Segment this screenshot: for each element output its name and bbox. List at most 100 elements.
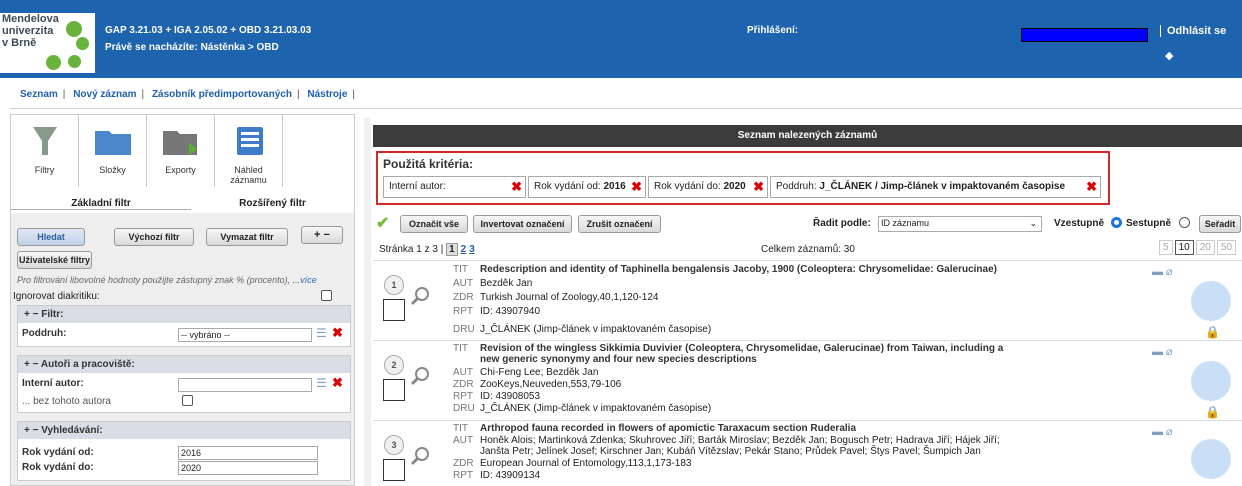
invert-selection-button[interactable]: Invertovat označení xyxy=(473,215,572,233)
sort-button[interactable]: Seřadit xyxy=(1199,215,1241,233)
ignore-diacritics-label: Ignorovat diakritiku: xyxy=(13,291,100,302)
record-title[interactable]: Redescription and identity of Taphinella… xyxy=(480,264,997,275)
criterion-subtype: Poddruh: J_ČLÁNEK / Jimp-článek v impakt… xyxy=(770,176,1101,198)
toolbar-filters-button[interactable]: Filtry xyxy=(11,115,79,187)
field-title: TIT Arthropod fauna recorded in flowers o… xyxy=(453,423,856,434)
record-source: ZooKeys,Neuveden,553,79-106 xyxy=(480,379,622,390)
clear-selection-button[interactable]: Zrušit označení xyxy=(578,215,661,233)
ignore-diacritics-checkbox[interactable] xyxy=(321,290,332,301)
record-title[interactable]: Arthropod fauna recorded in flowers of a… xyxy=(480,423,856,434)
field-source: ZDR Turkish Journal of Zoology,40,1,120-1… xyxy=(453,292,658,303)
without-author-label: ... bez tohoto autora xyxy=(22,396,111,407)
tab-advanced-filter[interactable]: Rozšířený filtr xyxy=(191,198,354,209)
per-page-option[interactable]: 10 xyxy=(1174,240,1194,255)
page-link[interactable]: 3 xyxy=(469,244,475,255)
record-checkbox[interactable] xyxy=(383,379,405,401)
asc-radio[interactable] xyxy=(1111,217,1122,228)
toolbar-folders-button[interactable]: Složky xyxy=(79,115,147,187)
current-page: 1 xyxy=(446,243,458,256)
magnifier-icon[interactable] xyxy=(409,445,431,467)
magnifier-icon[interactable] xyxy=(409,285,431,307)
year-to-input[interactable]: 2020 xyxy=(178,461,318,475)
per-page-option[interactable]: 5 xyxy=(1159,240,1173,255)
remove-criterion-icon[interactable]: ✖ xyxy=(511,177,522,197)
remove-criterion-icon[interactable]: ✖ xyxy=(631,177,642,197)
author-input[interactable] xyxy=(178,378,312,392)
clear-icon[interactable]: ✖ xyxy=(332,325,343,341)
field-key: TIT xyxy=(453,343,468,354)
version-text: GAP 3.21.03 + IGA 2.05.02 + OBD 3.21.03.… xyxy=(105,25,312,36)
criterion-label: Rok vydání od: xyxy=(534,181,601,192)
criterion-label: Interní autor: xyxy=(389,181,446,192)
field-source: ZDR ZooKeys,Neuveden,553,79-106 xyxy=(453,379,621,390)
desc-radio[interactable] xyxy=(1179,217,1190,228)
criterion-label: Poddruh: xyxy=(776,181,817,192)
menu-item-preimport-stack[interactable]: Zásobník předimportovaných xyxy=(152,89,292,100)
user-filters-button[interactable]: Uživatelské filtry xyxy=(17,251,92,269)
university-logo[interactable]: Mendelova univerzita v Brně xyxy=(0,13,95,73)
magnifier-icon[interactable] xyxy=(409,365,431,387)
without-author-checkbox[interactable] xyxy=(182,395,193,406)
logout-icon[interactable]: ◆ xyxy=(1165,49,1173,62)
comment-icon[interactable]: ▬ ⌀ xyxy=(1152,265,1173,278)
lock-icon: 🔒 xyxy=(1205,325,1220,339)
comment-icon[interactable]: ▬ ⌀ xyxy=(1152,425,1173,438)
field-key: ZDR xyxy=(453,458,474,469)
record-preview-icon xyxy=(237,127,263,155)
remove-criterion-icon[interactable]: ✖ xyxy=(753,177,764,197)
record-title[interactable]: Revision of the wingless Sikkimia Duvivi… xyxy=(480,343,1003,354)
year-to-label: Rok vydání do: xyxy=(22,462,94,473)
sort-select[interactable]: ID záznamu ⌄ xyxy=(878,216,1042,232)
checkmark-icon: ✔ xyxy=(376,215,390,232)
per-page-option[interactable]: 20 xyxy=(1195,240,1215,255)
section-header[interactable]: + − Filtr: xyxy=(18,306,350,323)
subtype-select[interactable]: -- vybráno -- xyxy=(178,328,312,342)
record-row: 2 TIT Revision of the wingless Sikkimia D… xyxy=(373,340,1242,420)
field-key: RPT xyxy=(453,470,473,481)
default-filter-button[interactable]: Výchozí filtr xyxy=(114,228,194,246)
field-author: AUT Honěk Alois; Martinková Zdenka; Skuhr… xyxy=(453,435,1000,446)
logo-text: Mendelova univerzita v Brně xyxy=(2,13,59,49)
logout-link[interactable]: Odhlásit se xyxy=(1160,25,1226,37)
login-label: Přihlášení: xyxy=(747,25,799,36)
record-source: Turkish Journal of Zoology,40,1,120-124 xyxy=(480,292,659,303)
expand-collapse-button[interactable]: + − xyxy=(301,226,343,244)
record-checkbox[interactable] xyxy=(383,459,405,481)
toolbar-preview-button[interactable]: Náhled záznamu xyxy=(215,115,283,187)
per-page-option[interactable]: 50 xyxy=(1216,240,1236,255)
filter-panel: Filtry Složky Exporty Náhled záznamu Zák… xyxy=(10,114,355,486)
page-link[interactable]: 2 xyxy=(461,244,467,255)
year-from-input[interactable]: 2016 xyxy=(178,446,318,460)
section-header[interactable]: + − Vyhledávání: xyxy=(18,422,350,439)
list-icon[interactable]: ☰ xyxy=(316,326,327,340)
field-source: ZDR European Journal of Entomology,113,1,… xyxy=(453,458,691,469)
section-header[interactable]: + − Autoři a pracoviště: xyxy=(18,356,350,373)
tab-basic-filter[interactable]: Základní filtr xyxy=(11,198,191,210)
asc-label: Vzestupně xyxy=(1054,218,1105,229)
record-title-continued[interactable]: new generic synonymy and four new specie… xyxy=(480,354,757,365)
menu-item-tools[interactable]: Nástroje xyxy=(307,89,347,100)
field-type: DRU J_ČLÁNEK (Jimp-článek v impaktovaném … xyxy=(453,324,711,335)
record-checkbox[interactable] xyxy=(383,299,405,321)
record-source: European Journal of Entomology,113,1,173… xyxy=(480,458,692,469)
list-icon[interactable]: ☰ xyxy=(316,376,327,390)
remove-criterion-icon[interactable]: ✖ xyxy=(1086,177,1097,197)
folder-icon[interactable] xyxy=(1191,281,1231,321)
clear-filter-button[interactable]: Vymazat filtr xyxy=(206,228,288,246)
field-key: DRU xyxy=(453,324,475,335)
folder-icon[interactable] xyxy=(1191,361,1231,401)
scrollbar[interactable] xyxy=(364,118,371,486)
clear-icon[interactable]: ✖ xyxy=(332,375,343,391)
select-all-button[interactable]: Označit vše xyxy=(400,215,468,233)
record-type: J_ČLÁNEK (Jimp-článek v impaktovaném čas… xyxy=(480,324,712,335)
folder-icon[interactable] xyxy=(1191,439,1231,479)
header-bar: Mendelova univerzita v Brně GAP 3.21.03 + … xyxy=(0,0,1242,78)
toolbar-exports-button[interactable]: Exporty xyxy=(147,115,215,187)
more-link[interactable]: více xyxy=(300,275,317,285)
field-author-cont: Janšta Petr; Jelínek Josef; Kirschner Ja… xyxy=(480,446,981,457)
search-button[interactable]: Hledat xyxy=(17,228,85,246)
comment-icon[interactable]: ▬ ⌀ xyxy=(1152,345,1173,358)
menu-item-list[interactable]: Seznam xyxy=(20,89,58,100)
record-authors: Honěk Alois; Martinková Zdenka; Skuhrove… xyxy=(480,435,1000,446)
menu-item-new-record[interactable]: Nový záznam xyxy=(73,89,136,100)
